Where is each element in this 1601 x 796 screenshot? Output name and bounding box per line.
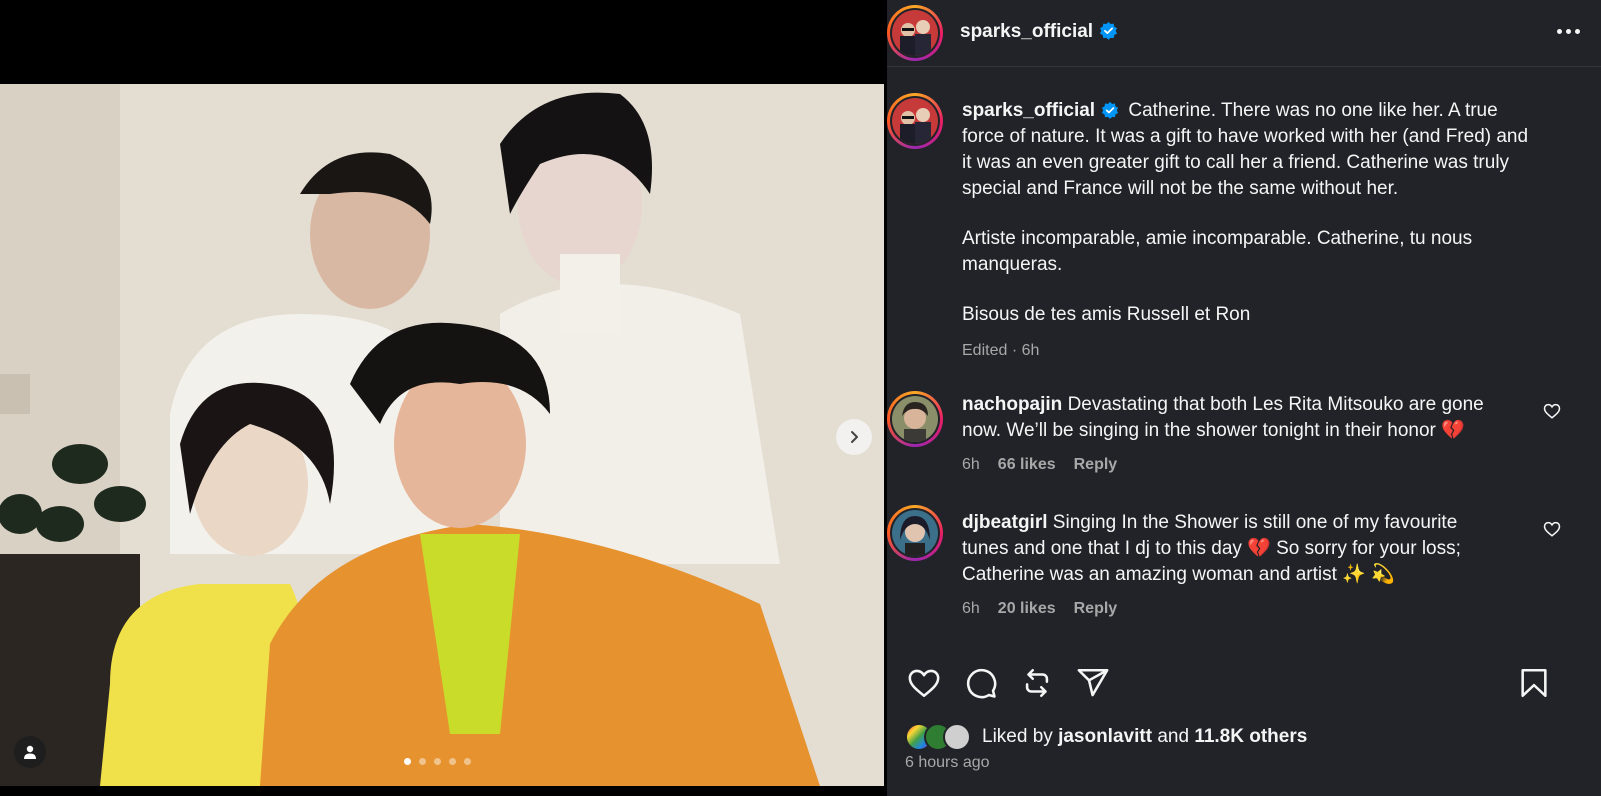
carousel-dot [464,758,471,765]
post-media [0,0,887,796]
carousel-indicator [404,758,471,765]
share-icon[interactable] [1076,666,1110,700]
caption-paragraph-3: Bisous de tes amis Russell et Ron [962,304,1251,325]
carousel-dot [449,758,456,765]
comment-time[interactable]: 6h [962,456,980,474]
liked-by-user[interactable]: jasonlavitt [1058,726,1152,748]
band-photo-illustration [0,84,884,786]
comment-like-icon[interactable] [1543,520,1561,538]
comment-likes[interactable]: 66 likes [998,456,1056,474]
heart-icon[interactable] [907,666,941,700]
liked-and: and [1157,726,1190,747]
comment-text-block: nachopajin Devastating that both Les Rit… [962,392,1502,444]
more-options-icon [1557,28,1562,34]
header-divider [887,66,1601,67]
comment-username[interactable]: djbeatgirl [962,512,1048,533]
carousel-dot [419,758,426,765]
comment-like-icon[interactable] [1543,402,1561,420]
user-tag-icon [24,745,36,759]
comment-icon[interactable] [964,666,998,700]
author-avatar[interactable] [887,5,943,61]
comment-text-block: djbeatgirl Singing In the Shower is stil… [962,510,1502,588]
likes-summary: Liked by jasonlavitt and 11.8K others [905,720,1307,754]
comment-avatar[interactable] [887,391,943,447]
likers-avatars[interactable] [905,723,971,751]
tagged-users-button[interactable] [14,736,46,768]
verified-badge-icon [1101,101,1119,119]
likes-count[interactable]: 11.8K others [1194,726,1307,748]
caption-avatar-image [892,98,938,144]
caption-paragraph-1: sparks_official Catherine. There was no … [962,98,1542,202]
repost-icon[interactable] [1020,666,1054,700]
caption-username[interactable]: sparks_official [962,100,1095,121]
comment-time[interactable]: 6h [962,600,980,618]
author-username[interactable]: sparks_official [960,21,1093,42]
verified-badge-icon [1100,21,1118,40]
comment-username[interactable]: nachopajin [962,394,1062,415]
post-actions-bar [887,660,1601,704]
commenter-avatar-image [892,510,938,556]
comment-likes[interactable]: 20 likes [998,600,1056,618]
comment-avatar[interactable] [887,505,943,561]
post-photo[interactable] [0,84,884,786]
carousel-dot-active [404,758,411,765]
caption-paragraph-2: Artiste incomparable, amie incomparable.… [962,228,1473,275]
post-header: sparks_official [887,0,1601,66]
bookmark-icon[interactable] [1517,666,1551,700]
next-photo-button[interactable] [836,419,872,455]
post-time-ago[interactable]: 6 hours ago [905,754,990,772]
comment-meta: 6h 66 likes Reply [962,456,1117,474]
more-options-button[interactable] [1557,24,1583,38]
liked-by-label: Liked by [982,726,1053,747]
author-name-row: sparks_official [960,21,1118,43]
comment-meta: 6h 20 likes Reply [962,600,1117,618]
post-caption: sparks_official Catherine. There was no … [962,98,1542,364]
post-side-panel: sparks_official sparks_official Catherin… [887,0,1601,796]
commenter-avatar-image [892,396,938,442]
comment-reply-button[interactable]: Reply [1074,456,1118,474]
chevron-right-icon [851,431,858,443]
author-avatar-image [892,10,938,56]
comment-reply-button[interactable]: Reply [1074,600,1118,618]
caption-meta: Edited · 6h [962,342,1040,359]
caption-author-avatar[interactable] [887,93,943,149]
liker-avatar [943,723,971,751]
carousel-dot [434,758,441,765]
